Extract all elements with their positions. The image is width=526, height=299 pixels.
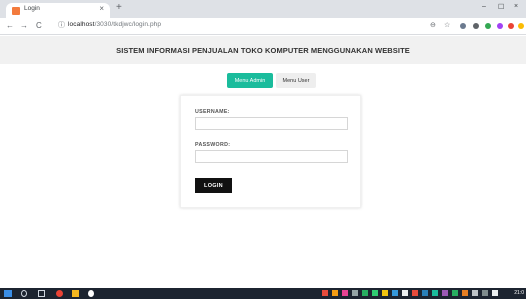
tray-icon[interactable] bbox=[452, 290, 458, 296]
tray-icon[interactable] bbox=[492, 290, 498, 296]
login-card: USERNAME: PASSWORD: LOGIN bbox=[180, 95, 361, 208]
taskbar-clock[interactable]: 21:0 bbox=[514, 290, 524, 296]
tray-icon[interactable] bbox=[362, 290, 368, 296]
forward-button[interactable]: → bbox=[20, 21, 28, 30]
address-bar-row: ← → C ⓘ localhost/3030/tkdjwc/login.php … bbox=[0, 18, 526, 35]
url-path: /3030/tkdjwc/login.php bbox=[94, 21, 162, 28]
browser-tab-strip: Login × + – ☐ × bbox=[0, 0, 526, 18]
password-input[interactable] bbox=[195, 150, 348, 163]
windows-start-icon[interactable] bbox=[4, 290, 12, 297]
tray-icon[interactable] bbox=[422, 290, 428, 296]
tray-icon[interactable] bbox=[442, 290, 448, 296]
reload-button[interactable]: C bbox=[36, 21, 42, 30]
maximize-button[interactable]: ☐ bbox=[498, 3, 504, 11]
menu-user-button[interactable]: Menu User bbox=[276, 73, 316, 88]
tray-icon[interactable] bbox=[402, 290, 408, 296]
extension-icon[interactable] bbox=[508, 23, 514, 29]
tray-icon[interactable] bbox=[412, 290, 418, 296]
back-button[interactable]: ← bbox=[6, 21, 14, 30]
close-window-button[interactable]: × bbox=[514, 3, 518, 10]
task-view-icon[interactable] bbox=[38, 290, 45, 297]
file-explorer-icon[interactable] bbox=[72, 290, 79, 297]
tray-icon[interactable] bbox=[332, 290, 338, 296]
username-input[interactable] bbox=[195, 117, 348, 130]
login-button[interactable]: LOGIN bbox=[195, 178, 232, 193]
extension-icon[interactable] bbox=[460, 23, 466, 29]
chrome-icon[interactable] bbox=[56, 290, 63, 297]
extension-icon[interactable] bbox=[485, 23, 491, 29]
browser-tab[interactable]: Login × bbox=[6, 3, 110, 18]
site-header: SISTEM INFORMASI PENJUALAN TOKO KOMPUTER… bbox=[0, 36, 526, 64]
tray-icon[interactable] bbox=[372, 290, 378, 296]
minimize-button[interactable]: – bbox=[482, 3, 486, 10]
menu-admin-button[interactable]: Menu Admin bbox=[227, 73, 273, 88]
username-label: USERNAME: bbox=[195, 109, 230, 115]
tray-icon[interactable] bbox=[392, 290, 398, 296]
tray-icon[interactable] bbox=[472, 290, 478, 296]
url-host: localhost bbox=[68, 21, 95, 28]
url-text: localhost/3030/tkdjwc/login.php bbox=[68, 21, 161, 28]
app-icon[interactable] bbox=[88, 290, 94, 297]
profile-icon[interactable] bbox=[518, 23, 524, 29]
tray-icon[interactable] bbox=[482, 290, 488, 296]
favicon-icon bbox=[12, 7, 20, 15]
tray-icon[interactable] bbox=[382, 290, 388, 296]
zoom-icon[interactable]: ⊖ bbox=[430, 21, 436, 29]
info-icon[interactable]: ⓘ bbox=[58, 20, 65, 30]
page-content: SISTEM INFORMASI PENJUALAN TOKO KOMPUTER… bbox=[0, 36, 526, 288]
tray-icon[interactable] bbox=[352, 290, 358, 296]
site-title: SISTEM INFORMASI PENJUALAN TOKO KOMPUTER… bbox=[116, 46, 410, 55]
extension-icon[interactable] bbox=[473, 23, 479, 29]
search-icon[interactable] bbox=[21, 290, 27, 297]
tray-icon[interactable] bbox=[432, 290, 438, 296]
star-icon[interactable]: ☆ bbox=[444, 21, 450, 29]
tab-title: Login bbox=[24, 5, 40, 12]
password-label: PASSWORD: bbox=[195, 142, 231, 148]
address-bar[interactable]: ⓘ localhost/3030/tkdjwc/login.php bbox=[58, 20, 478, 32]
extension-icon[interactable] bbox=[497, 23, 503, 29]
tab-close-icon[interactable]: × bbox=[99, 4, 104, 13]
taskbar: 21:0 bbox=[0, 288, 526, 299]
new-tab-button[interactable]: + bbox=[116, 2, 122, 13]
tray-icon[interactable] bbox=[462, 290, 468, 296]
tray-icon[interactable] bbox=[322, 290, 328, 296]
tray-icon[interactable] bbox=[342, 290, 348, 296]
